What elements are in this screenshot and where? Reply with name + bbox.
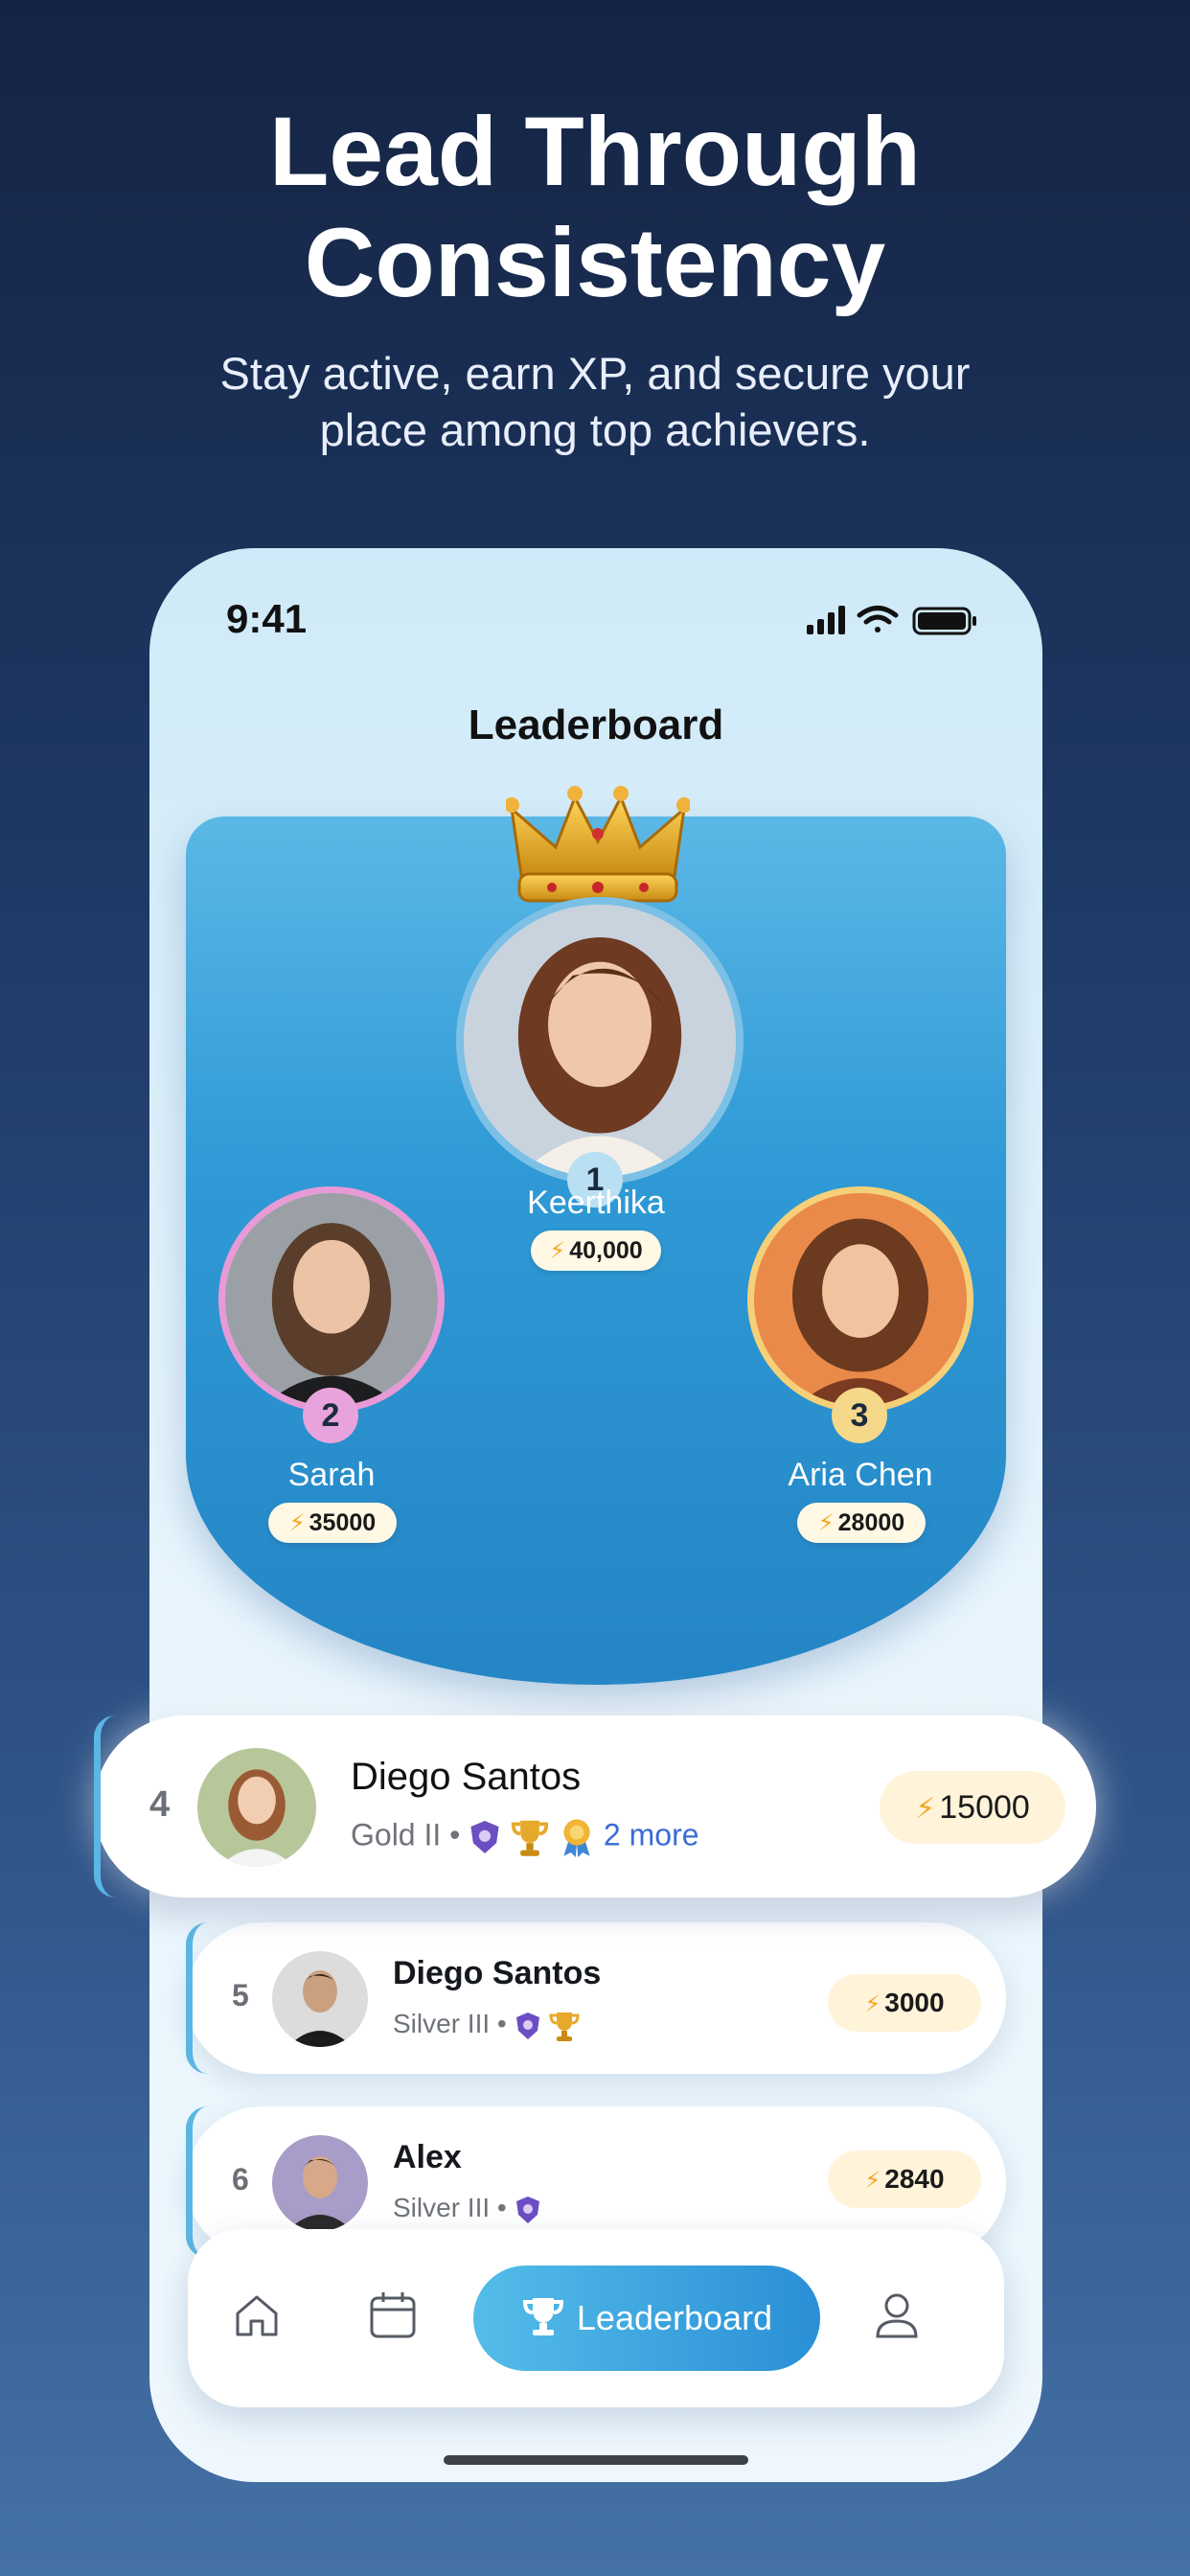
- row-name: Diego Santos: [393, 1955, 602, 1991]
- row-avatar: [272, 1951, 368, 2047]
- row-xp-value: 2840: [884, 2164, 945, 2194]
- row-xp-value: 3000: [884, 1988, 945, 2017]
- avatar-photo: [464, 905, 736, 1177]
- trophy-badge-icon: [549, 2012, 580, 2041]
- wifi-icon: [857, 606, 899, 632]
- trophy-icon: [522, 2298, 563, 2336]
- status-time: 9:41: [226, 596, 308, 641]
- row-tier-text: Silver III: [393, 2009, 491, 2038]
- phone-mockup: 9:41 Leaderboard 1 Keerthika ⚡ 40,000 2 …: [149, 548, 1042, 2482]
- medal-badge-icon: [563, 1819, 590, 1857]
- headline-line-2: Consistency: [304, 208, 886, 317]
- row-xp-pill: ⚡ 15000: [880, 1771, 1065, 1844]
- shield-badge-icon: [515, 2012, 539, 2039]
- row-name: Diego Santos: [351, 1756, 582, 1798]
- leaderboard-row-4-highlighted[interactable]: 4 Diego Santos Gold II • 2 more ⚡ 15000: [94, 1715, 1096, 1898]
- leaderboard-row-5[interactable]: 5 Diego Santos Silver III • ⚡ 3000: [186, 1922, 1006, 2074]
- tab-leaderboard[interactable]: Leaderboard: [473, 2266, 820, 2371]
- row-xp-pill: ⚡ 2840: [828, 2150, 981, 2208]
- bolt-icon: ⚡: [864, 1991, 881, 2017]
- row-tier-text: Silver III: [393, 2193, 491, 2222]
- screen-title: Leaderboard: [468, 702, 724, 748]
- podium-xp-1: ⚡ 40,000: [531, 1230, 661, 1271]
- podium-xp-value-1: 40,000: [569, 1237, 643, 1264]
- bolt-icon: ⚡: [549, 1238, 566, 1264]
- podium-avatar-1[interactable]: [456, 897, 744, 1184]
- bolt-icon: ⚡: [817, 1510, 835, 1536]
- row-name: Alex: [393, 2139, 462, 2175]
- headline-line-1: Lead Through: [269, 97, 921, 206]
- calendar-icon[interactable]: [366, 2288, 420, 2342]
- battery-icon: [912, 607, 976, 635]
- tab-leaderboard-label: Leaderboard: [576, 2298, 773, 2337]
- profile-icon[interactable]: [870, 2288, 924, 2342]
- bolt-icon: ⚡: [288, 1510, 306, 1536]
- row-tier: Gold II • 2 more: [351, 1817, 699, 1857]
- row-rank: 5: [232, 1978, 249, 2012]
- subtitle-line-2: place among top achievers.: [319, 404, 871, 455]
- podium-name-2: Sarah: [287, 1457, 376, 1493]
- shield-badge-icon: [470, 1821, 499, 1853]
- bolt-icon: ⚡: [864, 2168, 881, 2194]
- row-avatar: [197, 1748, 316, 1867]
- podium-name-3: Aria Chen: [788, 1457, 933, 1493]
- podium-avatar-3[interactable]: [747, 1186, 973, 1413]
- headline: Lead Through Consistency: [0, 96, 1190, 318]
- row-xp-value: 15000: [939, 1789, 1030, 1826]
- rank-badge-2: 2: [303, 1388, 358, 1443]
- row-rank: 4: [149, 1784, 171, 1825]
- row-tier: Silver III •: [393, 2009, 581, 2042]
- bottom-tab-bar: Leaderboard: [188, 2229, 1004, 2407]
- cellular-signal-icon: [807, 606, 845, 634]
- avatar-photo: [754, 1193, 967, 1406]
- crown-icon: [506, 786, 690, 903]
- podium-xp-2: ⚡ 35000: [268, 1503, 397, 1543]
- subtitle: Stay active, earn XP, and secure your pl…: [164, 345, 1026, 458]
- row-avatar: [272, 2135, 368, 2231]
- row-tier-text: Gold II: [351, 1817, 442, 1852]
- avatar-photo: [225, 1193, 438, 1406]
- trophy-badge-icon: [511, 1820, 549, 1856]
- row-rank: 6: [232, 2162, 249, 2196]
- bolt-icon: ⚡: [915, 1793, 936, 1825]
- home-icon[interactable]: [230, 2288, 284, 2342]
- rank-badge-3: 3: [832, 1388, 887, 1443]
- more-badges-link[interactable]: 2 more: [604, 1817, 699, 1852]
- row-tier: Silver III •: [393, 2193, 541, 2224]
- podium-name-1: Keerthika: [527, 1184, 665, 1221]
- podium-xp-value-3: 28000: [837, 1509, 905, 1536]
- status-icons: [807, 606, 976, 635]
- podium-avatar-2[interactable]: [218, 1186, 445, 1413]
- row-xp-pill: ⚡ 3000: [828, 1974, 981, 2032]
- podium-xp-3: ⚡ 28000: [797, 1503, 926, 1543]
- subtitle-line-1: Stay active, earn XP, and secure your: [219, 348, 971, 399]
- podium-xp-value-2: 35000: [309, 1509, 377, 1536]
- shield-badge-icon: [515, 2196, 539, 2223]
- home-indicator: [444, 2455, 748, 2465]
